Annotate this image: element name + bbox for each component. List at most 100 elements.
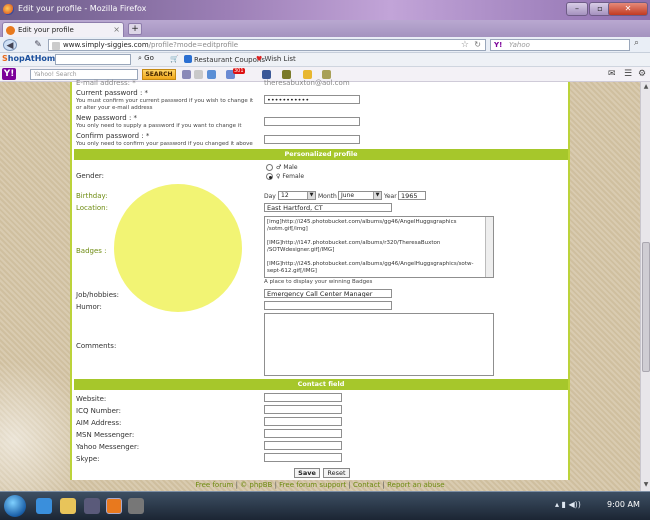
birthday-year-input[interactable]: 1965: [398, 191, 426, 200]
current-password-label: Current password : *: [76, 89, 149, 97]
email-label: E-mail address: *: [76, 79, 136, 87]
comments-textarea[interactable]: [264, 313, 494, 376]
bookmark-star-icon[interactable]: ☆: [461, 40, 469, 50]
confirm-password-input[interactable]: [264, 135, 360, 144]
page-scrollbar[interactable]: ▲ ▼: [640, 82, 650, 491]
site-favicon-icon: [52, 42, 60, 50]
yahoo-messenger-label: Yahoo Messenger:: [76, 443, 140, 451]
facebook-icon[interactable]: [262, 70, 271, 79]
shop-go-button[interactable]: ⌕ Go: [138, 54, 154, 63]
cart-icon[interactable]: 🛒: [170, 55, 179, 63]
app-taskbar-icon[interactable]: [128, 498, 144, 514]
location-input[interactable]: East Hartford, CT: [264, 203, 392, 212]
toolbar-settings-icon[interactable]: ⚙: [638, 69, 646, 79]
folder-icon[interactable]: [60, 498, 76, 514]
toolbar-pencil-icon[interactable]: [182, 70, 191, 79]
month-label: Month: [318, 193, 337, 200]
icq-input[interactable]: [264, 405, 342, 414]
current-password-help-2: or alter your e-mail address: [76, 105, 153, 111]
reload-icon[interactable]: ↻: [474, 40, 481, 49]
toolbar-page-icon[interactable]: [194, 70, 203, 79]
url-bar[interactable]: www.simply-siggies.com/profile?mode=edit…: [48, 39, 486, 51]
yahoo-messenger-input[interactable]: [264, 441, 342, 450]
job-hobbies-label: Job/hobbies:: [76, 291, 120, 299]
location-label: Location:: [76, 204, 108, 212]
toolbar-app-icon[interactable]: [322, 70, 331, 79]
ie-icon[interactable]: [36, 498, 52, 514]
chevron-down-icon: ▼: [373, 192, 381, 199]
toolbar-menu-icon[interactable]: ☰: [624, 69, 632, 79]
footer-free-forum-link[interactable]: Free forum: [195, 481, 233, 489]
website-input[interactable]: [264, 393, 342, 402]
job-hobbies-input[interactable]: Emergency Call Center Manager: [264, 289, 392, 298]
gender-label: Gender:: [76, 172, 105, 180]
aim-input[interactable]: [264, 417, 342, 426]
firefox-taskbar-icon[interactable]: [106, 498, 122, 514]
email-value: theresabuxton@aol.com: [264, 79, 350, 87]
confirm-password-help: You only need to confirm your password i…: [76, 141, 253, 147]
search-icon[interactable]: ⌕: [634, 38, 639, 48]
toolbar-news-icon[interactable]: [207, 70, 216, 79]
badges-label: Badges :: [76, 247, 107, 255]
back-button[interactable]: ◀: [3, 39, 17, 51]
new-tab-button[interactable]: +: [128, 23, 142, 35]
birthday-month-select[interactable]: June ▼: [338, 191, 382, 200]
scroll-up-icon[interactable]: ▲: [642, 83, 650, 92]
wish-list-link[interactable]: ♥ Wish List: [256, 55, 296, 63]
badges-textarea[interactable]: [img]http://i245.photobucket.com/albums/…: [264, 216, 494, 278]
bookmark-wrench-icon[interactable]: ✎: [32, 39, 44, 51]
new-password-input[interactable]: [264, 117, 360, 126]
badges-scrollbar[interactable]: [485, 217, 493, 277]
msn-input[interactable]: [264, 429, 342, 438]
close-window-button[interactable]: ✕: [608, 2, 648, 16]
skype-input[interactable]: [264, 453, 342, 462]
birthday-day-select[interactable]: 12 ▼: [278, 191, 316, 200]
gender-male-radio[interactable]: [266, 164, 273, 171]
footer-contact-link[interactable]: Contact: [353, 481, 380, 489]
minimize-button[interactable]: –: [566, 2, 588, 16]
icq-label: ICQ Number:: [76, 407, 122, 415]
toolbar-bookmark-icon[interactable]: ✉: [608, 69, 616, 79]
confirm-password-label: Confirm password : *: [76, 132, 150, 140]
year-label: Year: [384, 193, 397, 200]
skype-label: Skype:: [76, 455, 100, 463]
firefox-icon: [3, 4, 14, 15]
search-box[interactable]: Y! Yahoo: [490, 39, 630, 51]
tab-edit-profile[interactable]: Edit your profile ×: [2, 22, 124, 37]
gender-female-radio[interactable]: [266, 173, 273, 180]
badges-help: A place to display your winning Badges: [264, 279, 373, 285]
msn-label: MSN Messenger:: [76, 431, 135, 439]
humor-input[interactable]: [264, 301, 392, 310]
yahoo-toolbar-logo[interactable]: Y!: [2, 68, 16, 80]
footer-abuse-link[interactable]: Report an abuse: [387, 481, 445, 489]
save-button[interactable]: Save: [294, 468, 320, 478]
footer-support-link[interactable]: Free forum support: [279, 481, 346, 489]
yahoo-search-button[interactable]: SEARCH: [142, 69, 176, 80]
heart-icon: ♥: [256, 55, 263, 63]
aim-label: AIM Address:: [76, 419, 122, 427]
tab-close-icon[interactable]: ×: [113, 25, 120, 34]
comments-label: Comments:: [76, 342, 117, 350]
start-button[interactable]: [4, 495, 26, 517]
url-text: www.simply-siggies.com/profile?mode=edit…: [63, 41, 239, 49]
day-label: Day: [264, 193, 276, 200]
scroll-down-icon[interactable]: ▼: [642, 481, 650, 490]
female-symbol-icon: ♀: [276, 173, 281, 180]
shop-search-input[interactable]: [55, 54, 131, 65]
restaurant-coupons-link[interactable]: Restaurant Coupons: [184, 55, 265, 64]
toolbar-weather-icon[interactable]: [303, 70, 312, 79]
reset-button[interactable]: Reset: [323, 468, 350, 478]
coupon-icon: [184, 55, 192, 63]
birthday-label: Birthday:: [76, 192, 108, 200]
humor-label: Humor:: [76, 303, 102, 311]
footer-phpbb-link[interactable]: © phpBB: [240, 481, 272, 489]
new-password-label: New password : *: [76, 114, 138, 122]
current-password-input[interactable]: •••••••••••: [264, 95, 360, 104]
gender-male-label: ♂ Male: [276, 164, 298, 171]
media-icon[interactable]: [84, 498, 100, 514]
contact-field-header: Contact field: [74, 379, 568, 390]
toolbar-game-icon[interactable]: [282, 70, 291, 79]
website-label: Website:: [76, 395, 107, 403]
yellow-highlight-circle: [114, 184, 242, 312]
scroll-thumb[interactable]: [642, 242, 650, 372]
